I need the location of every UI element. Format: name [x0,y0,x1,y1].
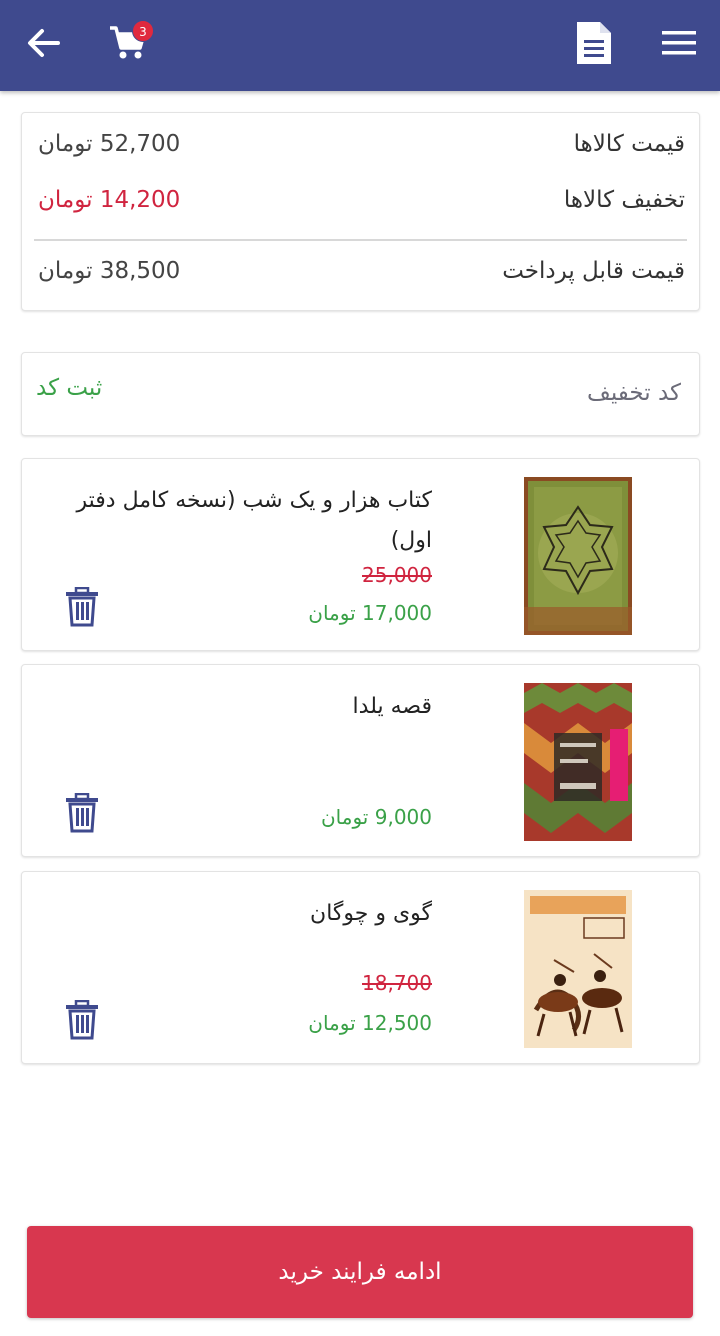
menu-button[interactable] [654,20,704,66]
items-price-label: قیمت کالاها [573,131,685,157]
coupon-submit-button[interactable]: ثبت کد [36,375,102,401]
book-cover-goy-o-chogan[interactable] [524,890,632,1048]
trash-icon [66,792,98,833]
payable-row: قیمت قابل پرداخت 38,500 تومان [22,252,699,292]
coupon-card: ثبت کد [21,352,700,436]
book-cover-1001-nights[interactable] [524,477,632,635]
delete-item-button[interactable] [64,792,100,833]
payable-value: 38,500 تومان [38,258,181,284]
discount-row: تخفیف کالاها 14,200 تومان [22,181,699,221]
book-cover-yalda[interactable] [524,683,632,841]
item-price: 9,000 تومان [320,805,432,829]
trash-icon [66,586,98,627]
items-price-value: 52,700 تومان [38,131,181,157]
discount-value: 14,200 تومان [38,187,181,213]
discount-label: تخفیف کالاها [563,187,685,213]
summary-divider [34,239,687,241]
item-price: 12,500 تومان [308,1011,432,1035]
price-summary-card: قیمت کالاها 52,700 تومان تخفیف کالاها 14… [21,112,700,311]
app-bar: 3 [0,0,720,91]
item-title: کتاب هزار و یک شب (نسخه کامل دفتر اول) [76,488,432,553]
cart-count-badge: 3 [132,20,154,42]
back-button[interactable] [18,20,68,66]
delete-item-button[interactable] [64,586,100,627]
item-title: گوی و چوگان [310,901,432,926]
payable-label: قیمت قابل پرداخت [502,258,685,284]
item-old-price: 18,700 [362,971,432,995]
cart-item: گوی و چوگان 18,700 12,500 تومان [21,871,700,1064]
cart-item: قصه یلدا 9,000 تومان [21,664,700,857]
item-old-price: 25,000 [362,563,432,587]
coupon-input[interactable] [381,373,681,413]
item-title: قصه یلدا [352,694,432,719]
trash-icon [66,999,98,1040]
checkout-button[interactable]: ادامه فرایند خرید [27,1226,693,1318]
delete-item-button[interactable] [64,999,100,1040]
item-price: 17,000 تومان [308,601,432,625]
cart-button[interactable]: 3 [100,16,156,68]
back-arrow-icon [28,29,60,57]
orders-button[interactable] [570,18,618,68]
cart-item: کتاب هزار و یک شب (نسخه کامل دفتر اول) 2… [21,458,700,651]
document-icon [577,22,611,64]
items-price-row: قیمت کالاها 52,700 تومان [22,125,699,165]
menu-icon [662,31,696,55]
